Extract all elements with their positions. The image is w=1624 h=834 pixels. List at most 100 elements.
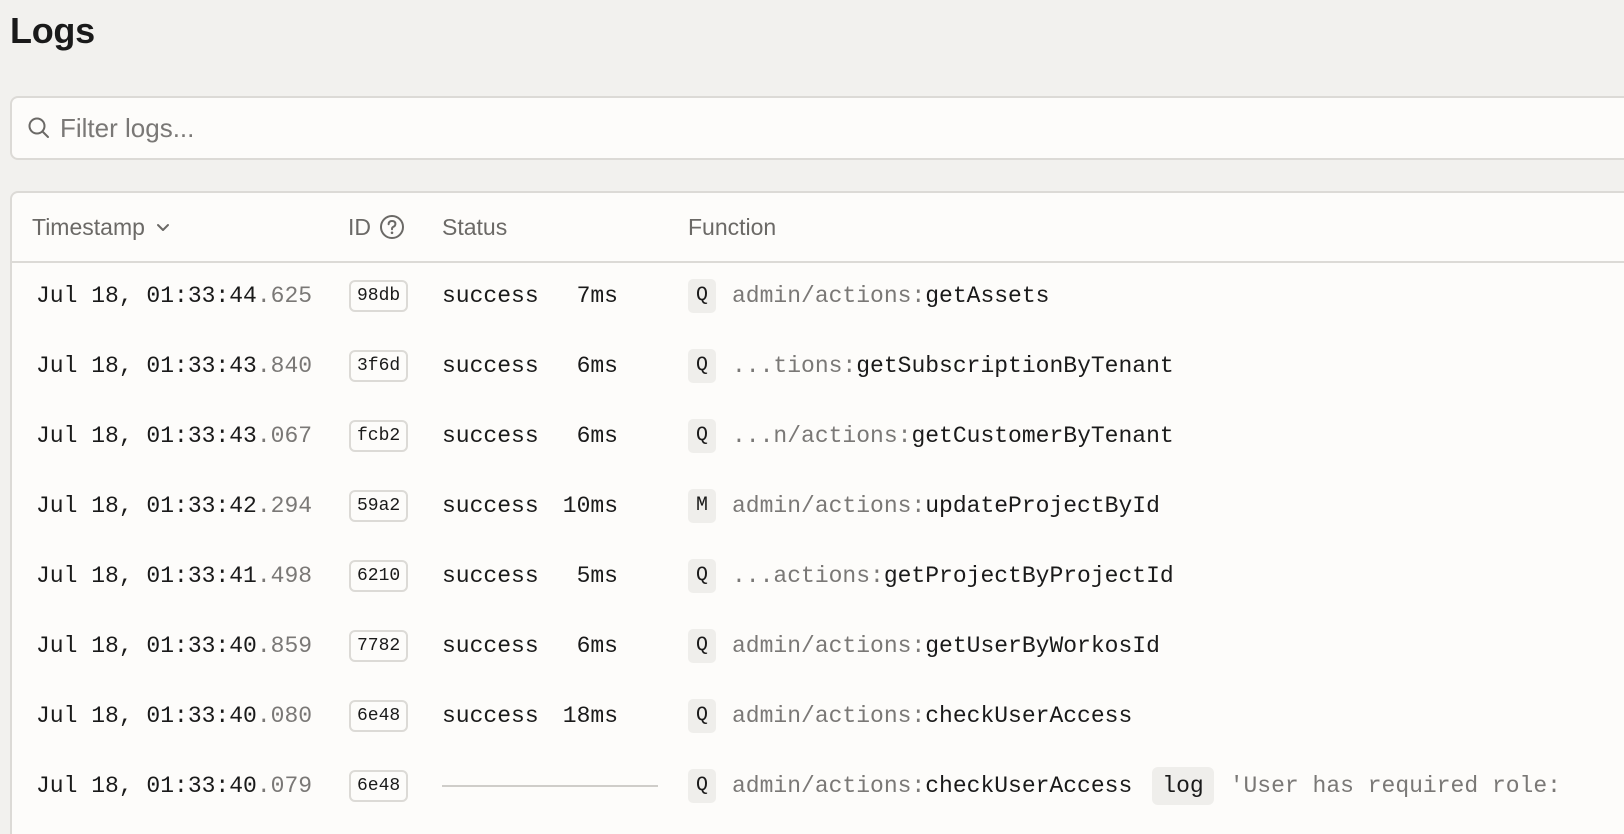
status-value: success xyxy=(442,353,539,379)
status-cell: success 18ms xyxy=(442,681,618,751)
timestamp-cell: Jul 18, 01:33:41.498 xyxy=(36,541,312,611)
timestamp-milliseconds: .625 xyxy=(256,283,313,309)
timestamp-milliseconds: .079 xyxy=(256,773,313,799)
function-cell: Q ...actions: getProjectByProjectId xyxy=(688,541,1174,611)
log-row[interactable]: Jul 18, 01:33:40.859 7782 success 6ms Qad… xyxy=(12,611,1624,681)
timestamp-cell: Jul 18, 01:33:44.625 xyxy=(36,261,312,331)
request-id-badge: 6e48 xyxy=(349,700,409,732)
timestamp-cell: Jul 18, 01:33:43.067 xyxy=(36,401,312,471)
function-name: getAssets xyxy=(925,283,1050,309)
function-name: getSubscriptionByTenant xyxy=(856,353,1174,379)
request-id-badge: 6e48 xyxy=(349,770,409,802)
log-row[interactable]: Jul 18, 01:33:42.294 59a2 success 10ms Ma… xyxy=(12,471,1624,541)
id-cell: 59a2 xyxy=(349,471,409,541)
search-bar[interactable] xyxy=(10,96,1624,160)
id-cell: 3f6d xyxy=(349,331,409,401)
duration-value: 6ms xyxy=(576,423,618,449)
request-id-badge: 98db xyxy=(349,280,409,312)
function-path-prefix: ...tions: xyxy=(732,353,857,379)
timestamp-milliseconds: .067 xyxy=(256,423,313,449)
status-value: success xyxy=(442,563,539,589)
timestamp-value: Jul 18, 01:33:42 xyxy=(36,493,257,519)
column-header-timestamp[interactable]: Timestamp xyxy=(32,193,171,261)
request-id-badge: 6210 xyxy=(349,560,409,592)
function-type-badge: Q xyxy=(688,349,716,383)
id-cell: 6210 xyxy=(349,541,409,611)
function-cell: Q ...n/actions: getCustomerByTenant xyxy=(688,401,1174,471)
timestamp-cell: Jul 18, 01:33:40.079 xyxy=(36,751,312,821)
status-cell: success 6ms xyxy=(442,401,618,471)
timestamp-value: Jul 18, 01:33:40 xyxy=(36,773,257,799)
function-name: getCustomerByTenant xyxy=(911,423,1174,449)
status-cell: success 5ms xyxy=(442,541,618,611)
function-name: getUserByWorkosId xyxy=(925,633,1160,659)
function-cell: Qadmin/actions: getAssets xyxy=(688,261,1049,331)
function-name: checkUserAccess xyxy=(925,773,1133,799)
function-cell: Madmin/actions: updateProjectById xyxy=(688,471,1160,541)
log-row[interactable]: Jul 18, 01:33:40.079 6e48 Qadmin/actions… xyxy=(12,751,1624,821)
function-path-prefix: admin/actions: xyxy=(732,633,926,659)
function-path-prefix: admin/actions: xyxy=(732,283,926,309)
function-cell: Qadmin/actions: checkUserAccess xyxy=(688,681,1132,751)
timestamp-milliseconds: .294 xyxy=(256,493,313,519)
duration-value: 7ms xyxy=(576,283,618,309)
table-header: Timestamp ID Status Function xyxy=(12,193,1624,263)
function-path-prefix: ...n/actions: xyxy=(732,423,912,449)
help-circle-icon[interactable] xyxy=(379,214,405,240)
timestamp-cell: Jul 18, 01:33:43.840 xyxy=(36,331,312,401)
status-value: success xyxy=(442,633,539,659)
function-type-badge: Q xyxy=(688,279,716,313)
function-type-badge: Q xyxy=(688,769,716,803)
search-input[interactable] xyxy=(60,112,1560,144)
log-level-badge: log xyxy=(1152,767,1214,805)
log-row[interactable]: Jul 18, 01:33:40.080 6e48 success 18ms Qa… xyxy=(12,681,1624,751)
id-cell: fcb2 xyxy=(349,401,409,471)
function-name: getProjectByProjectId xyxy=(883,563,1174,589)
timestamp-value: Jul 18, 01:33:40 xyxy=(36,703,257,729)
log-row[interactable]: Jul 18, 01:33:44.625 98db success 7ms Qad… xyxy=(12,261,1624,331)
id-cell: 98db xyxy=(349,261,409,331)
logs-table: Timestamp ID Status Function Jul 18, 01:… xyxy=(10,191,1624,834)
timestamp-cell: Jul 18, 01:33:42.294 xyxy=(36,471,312,541)
timestamp-milliseconds: .080 xyxy=(256,703,313,729)
logs-page: Logs Timestamp ID xyxy=(0,0,1624,834)
function-cell: Qadmin/actions: getUserByWorkosId xyxy=(688,611,1160,681)
log-row[interactable]: Jul 18, 01:33:43.067 fcb2 success 6ms Q..… xyxy=(12,401,1624,471)
timestamp-milliseconds: .859 xyxy=(256,633,313,659)
request-id-badge: 3f6d xyxy=(349,350,409,382)
duration-value: 6ms xyxy=(576,633,618,659)
timestamp-value: Jul 18, 01:33:41 xyxy=(36,563,257,589)
log-row[interactable]: Jul 18, 01:33:43.840 3f6d success 6ms Q..… xyxy=(12,331,1624,401)
timestamp-milliseconds: .498 xyxy=(256,563,313,589)
function-cell: Q ...tions: getSubscriptionByTenant xyxy=(688,331,1174,401)
status-cell: success 6ms xyxy=(442,611,618,681)
id-cell: 6e48 xyxy=(349,751,409,821)
timestamp-cell: Jul 18, 01:33:40.080 xyxy=(36,681,312,751)
id-cell: 7782 xyxy=(349,611,409,681)
status-value: success xyxy=(442,703,539,729)
function-path-prefix: admin/actions: xyxy=(732,493,926,519)
status-divider-line xyxy=(442,785,658,787)
timestamp-cell: Jul 18, 01:33:40.859 xyxy=(36,611,312,681)
function-path-prefix: ...actions: xyxy=(732,563,884,589)
function-path-prefix: admin/actions: xyxy=(732,703,926,729)
request-id-badge: fcb2 xyxy=(349,420,409,452)
function-name: checkUserAccess xyxy=(925,703,1133,729)
column-header-status: Status xyxy=(442,213,508,240)
status-value: success xyxy=(442,493,539,519)
status-cell: success 7ms xyxy=(442,261,618,331)
search-icon xyxy=(26,115,52,141)
function-type-badge: Q xyxy=(688,419,716,453)
column-header-function: Function xyxy=(688,213,777,240)
timestamp-value: Jul 18, 01:33:43 xyxy=(36,423,257,449)
function-name: updateProjectById xyxy=(925,493,1160,519)
timestamp-value: Jul 18, 01:33:40 xyxy=(36,633,257,659)
log-message: 'User has required role: xyxy=(1229,773,1561,799)
request-id-badge: 7782 xyxy=(349,630,409,662)
status-value: success xyxy=(442,423,539,449)
function-path-prefix: admin/actions: xyxy=(732,773,926,799)
status-cell: success 6ms xyxy=(442,331,618,401)
function-type-badge: Q xyxy=(688,559,716,593)
chevron-down-icon[interactable] xyxy=(155,219,171,235)
log-row[interactable]: Jul 18, 01:33:41.498 6210 success 5ms Q..… xyxy=(12,541,1624,611)
